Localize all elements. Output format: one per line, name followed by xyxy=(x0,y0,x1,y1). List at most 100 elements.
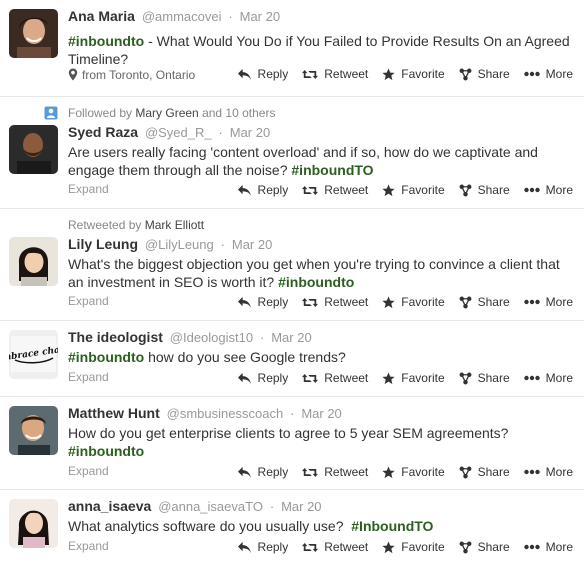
tweet-timestamp[interactable]: Mar 20 xyxy=(232,237,272,252)
retweet-button[interactable]: Retweet xyxy=(302,182,368,198)
tweet-text: What's the biggest objection you get whe… xyxy=(68,256,560,290)
hashtag-link[interactable]: #InboundTO xyxy=(351,518,433,534)
share-button[interactable]: Share xyxy=(459,539,510,555)
tweet-username[interactable]: @Syed_R_ xyxy=(145,125,212,140)
share-button[interactable]: Share xyxy=(459,464,510,480)
tweet-text: What analytics software do you usually u… xyxy=(68,518,434,534)
tweet-username[interactable]: @LilyLeung xyxy=(145,237,214,252)
tweet-fullname[interactable]: Matthew Hunt xyxy=(68,405,160,421)
retweet-button[interactable]: Retweet xyxy=(302,66,368,82)
tweet-item[interactable]: Ana Maria @ammacovei · Mar 20 #inboundto… xyxy=(0,0,584,97)
expand-link[interactable]: Expand xyxy=(68,463,109,479)
reply-button[interactable]: Reply xyxy=(237,66,288,82)
tweet-item[interactable]: Retweeted by Mark Elliott Lily Leung @Li… xyxy=(0,209,584,321)
tweet-item[interactable]: embrace chaos The ideologist @Ideologist… xyxy=(0,321,584,397)
share-button[interactable]: Share xyxy=(459,294,510,310)
share-icon xyxy=(459,541,472,554)
tweet-username[interactable]: @smbusinesscoach xyxy=(167,406,284,421)
star-icon xyxy=(382,541,395,554)
share-icon xyxy=(459,466,472,479)
hashtag-link[interactable]: #inboundto xyxy=(68,443,144,459)
location-pin-icon xyxy=(68,68,78,85)
context-user-link[interactable]: Mary Green xyxy=(135,106,198,120)
tweet-timestamp[interactable]: Mar 20 xyxy=(281,499,321,514)
tweet-fullname[interactable]: Lily Leung xyxy=(68,236,138,252)
tweet-timestamp[interactable]: Mar 20 xyxy=(240,9,280,24)
favorite-button[interactable]: Favorite xyxy=(382,294,445,310)
tweet-item[interactable]: anna_isaeva @anna_isaevaTO · Mar 20 What… xyxy=(0,490,584,562)
tweet-username[interactable]: @anna_isaevaTO xyxy=(158,499,263,514)
expand-link[interactable]: Expand xyxy=(68,369,109,385)
favorite-button[interactable]: Favorite xyxy=(382,464,445,480)
star-icon xyxy=(382,296,395,309)
hashtag-link[interactable]: #inboundto xyxy=(278,274,354,290)
expand-link[interactable]: Expand xyxy=(68,181,109,197)
more-button[interactable]: More xyxy=(524,539,573,555)
tweet-timestamp[interactable]: Mar 20 xyxy=(301,406,341,421)
reply-button[interactable]: Reply xyxy=(237,464,288,480)
separator-dot: · xyxy=(228,9,233,24)
tweet-actions: Reply Retweet Favorite Share More xyxy=(237,539,573,555)
more-button[interactable]: More xyxy=(524,370,573,386)
more-button[interactable]: More xyxy=(524,294,573,310)
avatar[interactable] xyxy=(9,9,58,58)
tweet-actions: Reply Retweet Favorite Share More xyxy=(237,182,573,198)
reply-button[interactable]: Reply xyxy=(237,182,288,198)
hashtag-link[interactable]: #inboundTO xyxy=(291,162,373,178)
hashtag-link[interactable]: #inboundto xyxy=(68,33,144,49)
tweet-text: #inboundto - What Would You Do if You Fa… xyxy=(68,33,570,67)
reply-icon xyxy=(237,296,252,309)
more-button[interactable]: More xyxy=(524,182,573,198)
favorite-button[interactable]: Favorite xyxy=(382,182,445,198)
tweet-fullname[interactable]: Ana Maria xyxy=(68,8,135,24)
hashtag-link[interactable]: #inboundto xyxy=(68,349,144,365)
favorite-button[interactable]: Favorite xyxy=(382,66,445,82)
tweet-username[interactable]: @ammacovei xyxy=(142,9,222,24)
retweet-icon xyxy=(302,184,318,197)
tweet-fullname[interactable]: Syed Raza xyxy=(68,124,138,140)
avatar[interactable]: embrace chaos xyxy=(9,330,58,379)
share-button[interactable]: Share xyxy=(459,370,510,386)
retweet-button[interactable]: Retweet xyxy=(302,370,368,386)
tweet-actions: Reply Retweet Favorite Share More xyxy=(237,294,573,310)
expand-link[interactable]: Expand xyxy=(68,293,109,309)
tweet-timestamp[interactable]: Mar 20 xyxy=(230,125,270,140)
tweet-actions: Reply Retweet Favorite Share More xyxy=(237,370,573,386)
star-icon xyxy=(382,466,395,479)
tweet-timestamp[interactable]: Mar 20 xyxy=(271,330,311,345)
share-icon xyxy=(459,68,472,81)
avatar[interactable] xyxy=(9,406,58,455)
retweet-button[interactable]: Retweet xyxy=(302,294,368,310)
separator-dot: · xyxy=(259,330,265,345)
separator-dot: · xyxy=(290,406,295,421)
context-user-link[interactable]: Mark Elliott xyxy=(145,218,204,232)
reply-button[interactable]: Reply xyxy=(237,539,288,555)
more-button[interactable]: More xyxy=(524,464,573,480)
reply-icon xyxy=(237,184,252,197)
tweet-location[interactable]: from Toronto, Ontario xyxy=(68,67,195,83)
avatar[interactable] xyxy=(9,237,58,286)
more-icon xyxy=(524,299,540,305)
more-icon xyxy=(524,544,540,550)
tweet-actions: Reply Retweet Favorite Share More xyxy=(237,464,573,480)
expand-link[interactable]: Expand xyxy=(68,538,109,554)
share-button[interactable]: Share xyxy=(459,66,510,82)
more-icon xyxy=(524,469,540,475)
tweet-item[interactable]: Followed by Mary Green and 10 others Sye… xyxy=(0,97,584,209)
tweet-username[interactable]: @Ideologist10 xyxy=(170,330,253,345)
retweet-icon xyxy=(302,541,318,554)
retweet-button[interactable]: Retweet xyxy=(302,539,368,555)
share-button[interactable]: Share xyxy=(459,182,510,198)
avatar[interactable] xyxy=(9,499,58,548)
tweet-fullname[interactable]: The ideologist xyxy=(68,329,163,345)
reply-button[interactable]: Reply xyxy=(237,370,288,386)
favorite-button[interactable]: Favorite xyxy=(382,539,445,555)
tweet-item[interactable]: Matthew Hunt @smbusinesscoach · Mar 20 H… xyxy=(0,397,584,490)
favorite-button[interactable]: Favorite xyxy=(382,370,445,386)
reply-button[interactable]: Reply xyxy=(237,294,288,310)
more-button[interactable]: More xyxy=(524,66,573,82)
retweet-button[interactable]: Retweet xyxy=(302,464,368,480)
more-icon xyxy=(524,187,540,193)
avatar[interactable] xyxy=(9,125,58,174)
tweet-fullname[interactable]: anna_isaeva xyxy=(68,498,151,514)
